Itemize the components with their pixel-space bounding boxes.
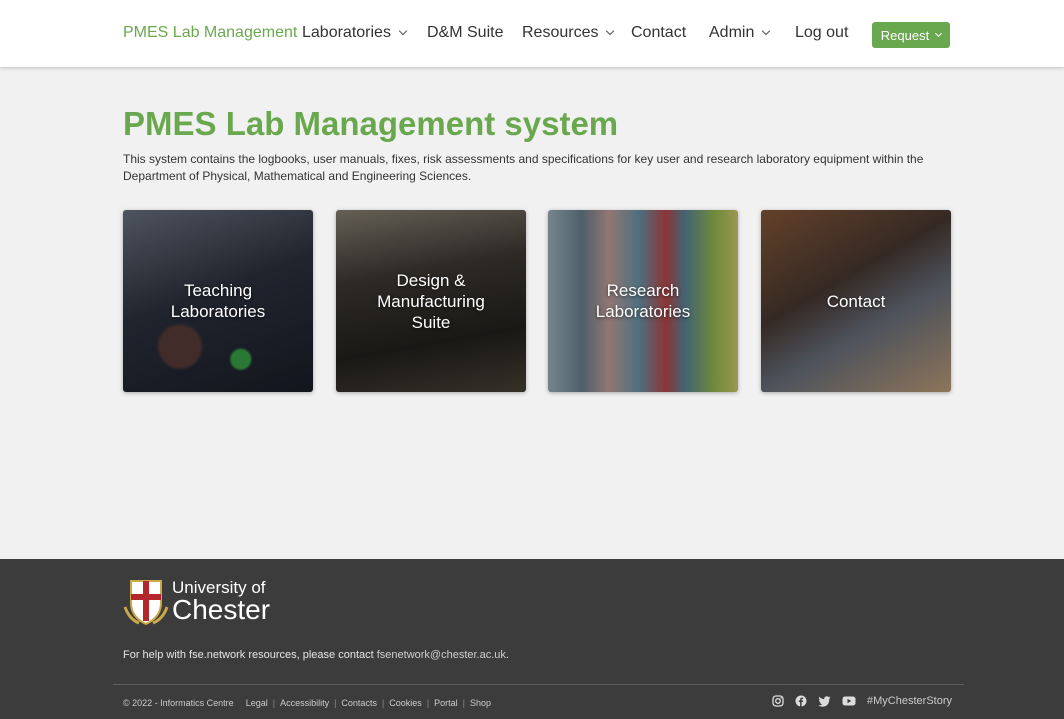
help-text-body: For help with fse.network resources, ple… [123,649,377,661]
brand-link[interactable]: PMES Lab Management [123,24,297,42]
nav-laboratories-label: Laboratories [302,24,391,41]
nav-logout-label: Log out [795,24,849,41]
nav-resources-label: Resources [522,24,599,41]
instagram-icon[interactable] [772,695,784,707]
chevron-down-icon [606,26,615,36]
footer-link-accessibility[interactable]: Accessibility [280,698,329,708]
page-title: PMES Lab Management system [123,105,619,142]
nav-admin[interactable]: Admin [709,24,771,42]
university-crest-logo[interactable] [123,577,169,627]
tile-teaching-laboratories[interactable]: Teaching Laboratories [123,210,313,392]
tile-label: Design & Manufacturing Suite [377,270,485,332]
request-button-label: Request [880,27,930,43]
footer-link-portal[interactable]: Portal [434,698,458,708]
help-text: For help with fse.network resources, ple… [123,649,509,661]
nav-resources[interactable]: Resources [522,24,615,42]
copyright-text: © 2022 - Informatics Centre [123,698,234,708]
youtube-icon[interactable] [842,696,856,706]
nav-contact[interactable]: Contact [631,24,686,42]
nav-admin-label: Admin [709,24,755,41]
chevron-down-icon [935,29,943,37]
twitter-icon[interactable] [818,695,831,707]
footer-link-contacts[interactable]: Contacts [341,698,377,708]
help-email-link[interactable]: fsenetwork@chester.ac.uk [377,649,506,661]
social-links: #MyChesterStory [772,695,952,707]
request-button[interactable]: Request [872,22,950,48]
hashtag-link[interactable]: #MyChesterStory [867,695,952,707]
tile-design-manufacturing-suite[interactable]: Design & Manufacturing Suite [336,210,526,392]
footer-links: © 2022 - Informatics Centre Legal | Acces… [123,698,492,708]
chevron-down-icon [762,26,771,36]
chevron-down-icon [398,26,408,36]
nav-dm-suite-label: D&M Suite [427,24,504,41]
footer-link-shop[interactable]: Shop [470,698,491,708]
top-navbar: PMES Lab Management Laboratories D&M Sui… [0,0,1064,68]
facebook-icon[interactable] [795,695,807,707]
footer-link-legal[interactable]: Legal [246,698,268,708]
footer-divider [113,684,964,685]
tile-label: Contact [826,291,886,311]
nav-logout[interactable]: Log out [795,24,848,42]
tile-research-laboratories[interactable]: Research Laboratories [548,210,738,392]
tile-contact[interactable]: Contact [761,210,951,392]
nav-laboratories[interactable]: Laboratories [302,24,408,42]
nav-contact-label: Contact [631,24,687,41]
footer-link-cookies[interactable]: Cookies [389,698,422,708]
tile-label: Teaching Laboratories [170,281,266,321]
nav-dm-suite[interactable]: D&M Suite [427,24,503,42]
help-text-end: . [505,649,509,661]
intro-text: This system contains the logbooks, user … [123,152,924,183]
tile-label: Research Laboratories [595,281,691,321]
logo-text-line2: Chester [172,594,271,625]
